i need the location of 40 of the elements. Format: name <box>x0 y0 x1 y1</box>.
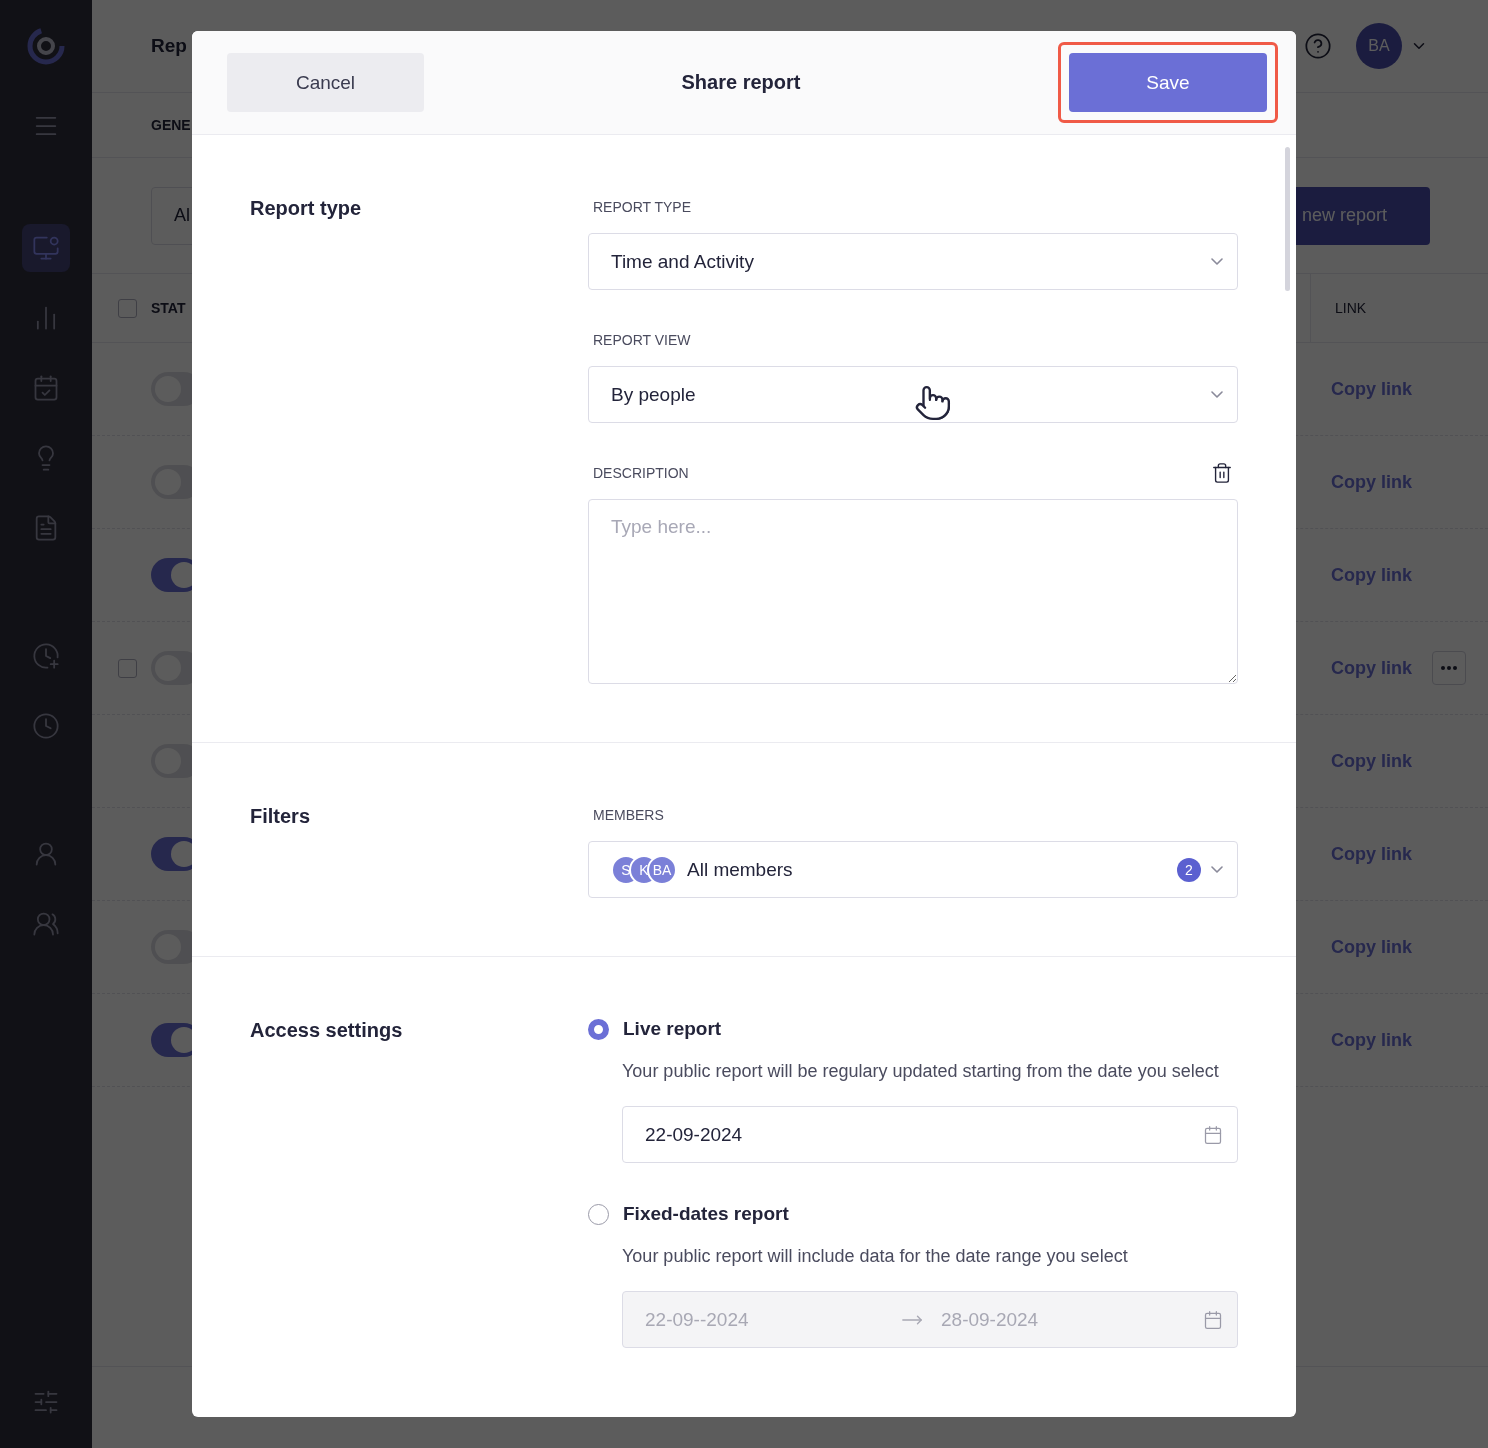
section-heading: Access settings <box>250 1018 404 1043</box>
checkbox[interactable] <box>118 298 137 318</box>
field-label: DESCRIPTION <box>593 465 689 481</box>
description-field[interactable]: Type here... <box>588 499 1238 684</box>
calendar-icon <box>1203 1309 1223 1330</box>
monitor-icon[interactable] <box>22 224 70 272</box>
column-header: STAT <box>151 300 186 316</box>
radio-option[interactable]: Fixed-dates report <box>588 1202 1238 1226</box>
user-avatar[interactable]: BA <box>1356 23 1402 69</box>
report-type-select[interactable]: Time and Activity <box>588 233 1238 290</box>
field-label: REPORT TYPE <box>593 199 692 215</box>
calendar-icon <box>1203 1124 1223 1145</box>
dialog-title: Share report <box>681 71 801 94</box>
chevron-down-icon <box>1211 258 1223 265</box>
save-button[interactable]: Save <box>1069 53 1267 112</box>
field-label: MEMBERS <box>593 807 664 823</box>
chevron-down-icon <box>1211 391 1223 398</box>
section-heading: Report type <box>250 196 363 221</box>
radio-button[interactable] <box>588 1203 609 1225</box>
cancel-button[interactable]: Cancel <box>227 53 424 112</box>
radio-option[interactable]: Live report <box>588 1017 1238 1041</box>
checkbox[interactable] <box>118 658 137 678</box>
tab[interactable]: GENE <box>151 117 191 133</box>
more-button[interactable] <box>1432 651 1466 685</box>
option-description: Your public report will include data for the date range you select <box>622 1245 1129 1268</box>
trash-icon[interactable] <box>1211 462 1233 484</box>
ellipsis-icon <box>1441 666 1457 670</box>
chevron-down-icon <box>1211 866 1223 873</box>
column-header: LINK <box>1310 274 1488 342</box>
radio-button[interactable] <box>588 1018 609 1040</box>
date-field[interactable]: 22-09-2024 <box>622 1106 1238 1163</box>
field-label: REPORT VIEW <box>593 332 691 348</box>
help-icon[interactable] <box>1304 32 1332 60</box>
option-description: Your public report will be regulary updated starting from the date you select <box>622 1060 1220 1083</box>
date-range-field[interactable]: 22-09--2024 28-09-2024 <box>622 1291 1238 1348</box>
scrollbar[interactable] <box>1285 147 1290 291</box>
page-title: Rep <box>151 35 188 57</box>
report-view-select[interactable]: By people <box>588 366 1238 423</box>
section-heading: Filters <box>250 804 312 829</box>
members-select[interactable]: S K BA All members 2 <box>588 841 1238 898</box>
